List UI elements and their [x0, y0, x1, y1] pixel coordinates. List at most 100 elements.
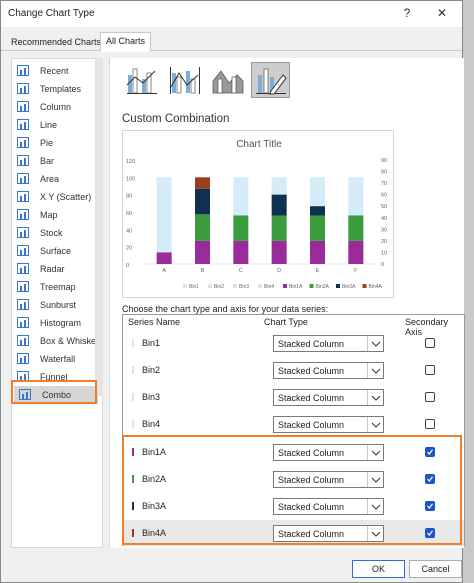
bar-bin1a	[195, 240, 210, 264]
nav-item-bar[interactable]: Bar	[12, 152, 100, 169]
tab-recommended-charts[interactable]: Recommended Charts	[6, 34, 106, 50]
legend-label: Bin3	[239, 284, 249, 290]
recent-icon	[17, 65, 29, 76]
series-color-swatch	[132, 339, 134, 347]
chart-title: Chart Title	[236, 139, 282, 150]
histogram-icon	[17, 317, 29, 328]
stacked-area-column-icon[interactable]	[208, 62, 247, 98]
nav-label: Box & Whisker	[40, 335, 100, 346]
nav-item-pie[interactable]: Pie	[12, 134, 100, 151]
bar-bin2a	[233, 215, 249, 241]
chevron-down-icon	[367, 417, 383, 432]
bar-bin3a	[310, 206, 325, 216]
custom-combination-icon[interactable]	[251, 62, 290, 98]
bar-background-stack	[156, 177, 172, 264]
chart-type-select[interactable]: Stacked Column	[273, 362, 384, 379]
combo-highlight	[11, 380, 97, 404]
x-tick-label: E	[316, 268, 320, 274]
legend-label: Bin2	[214, 284, 224, 290]
left-axis-tick: 40	[126, 228, 132, 234]
nav-item-radar[interactable]: Radar	[12, 260, 100, 277]
nav-item-waterfall[interactable]: Waterfall	[12, 350, 100, 367]
scatter-icon	[17, 191, 29, 202]
clustered-column-line-icon[interactable]	[122, 62, 161, 98]
series-caption: Choose the chart type and axis for your …	[122, 304, 329, 314]
series-name: Bin3	[142, 392, 161, 402]
series-row: Bin1 Stacked Column	[123, 330, 464, 356]
legend-swatch	[309, 284, 314, 288]
nav-item-histogram[interactable]: Histogram	[12, 314, 100, 331]
series-highlight	[122, 435, 462, 545]
nav-item-x-y-scatter[interactable]: X Y (Scatter)	[12, 188, 100, 205]
radar-icon	[17, 263, 29, 274]
chart-type-value: Stacked Column	[278, 366, 345, 376]
help-button[interactable]: ?	[397, 4, 417, 22]
nav-item-surface[interactable]: Surface	[12, 242, 100, 259]
clustered-column-line-secondary-icon[interactable]	[165, 62, 204, 98]
chart-category-list: Recent Templates Column Line Pie Bar Area X Y (…	[11, 58, 103, 548]
left-axis-tick: 80	[126, 194, 132, 200]
right-axis-tick: 90	[381, 158, 387, 164]
right-axis-tick: 30	[381, 227, 387, 233]
chart-type-select[interactable]: Stacked Column	[273, 335, 384, 352]
nav-item-sunburst[interactable]: Sunburst	[12, 296, 100, 313]
bar-bin2a	[310, 215, 325, 241]
nav-item-line[interactable]: Line	[12, 116, 100, 133]
legend-label: Bin4	[264, 284, 274, 290]
nav-item-map[interactable]: Map	[12, 206, 100, 223]
nav-label: Sunburst	[40, 299, 77, 310]
series-color-swatch	[132, 393, 134, 401]
legend-label: Bin3A	[342, 284, 356, 290]
left-axis-tick: 100	[126, 176, 135, 182]
bar-bin3a	[195, 188, 210, 215]
legend-swatch	[183, 284, 187, 288]
bar-bin2a	[195, 214, 210, 241]
bar-bin1a	[271, 240, 287, 264]
header-chart-type: Chart Type	[264, 317, 308, 327]
chart-type-select[interactable]: Stacked Column	[273, 389, 384, 406]
category-list-scrollbar[interactable]	[95, 58, 103, 396]
bar-bin1a	[156, 252, 172, 264]
legend-swatch	[283, 284, 287, 288]
templates-icon	[17, 83, 29, 94]
nav-item-area[interactable]: Area	[12, 170, 100, 187]
right-axis-tick: 80	[381, 170, 387, 176]
legend-label: Bin2A	[316, 284, 330, 290]
secondary-axis-checkbox[interactable]	[425, 365, 435, 375]
chevron-down-icon	[367, 363, 383, 378]
nav-item-stock[interactable]: Stock	[12, 224, 100, 241]
cancel-button[interactable]: Cancel	[409, 560, 462, 578]
nav-item-box-whisker[interactable]: Box & Whisker	[12, 332, 100, 349]
right-axis-tick: 20	[381, 239, 387, 245]
nav-item-templates[interactable]: Templates	[12, 80, 100, 97]
chart-type-value: Stacked Column	[278, 420, 345, 430]
chart-type-select[interactable]: Stacked Column	[273, 416, 384, 433]
nav-item-treemap[interactable]: Treemap	[12, 278, 100, 295]
nav-item-recent[interactable]: Recent	[12, 62, 100, 79]
surface-icon	[17, 245, 29, 256]
secondary-axis-checkbox[interactable]	[425, 392, 435, 402]
legend-label: Bin1A	[289, 284, 303, 290]
x-tick-label: D	[277, 268, 281, 274]
chart-type-value: Stacked Column	[278, 339, 345, 349]
legend-swatch	[362, 284, 367, 288]
legend-label: Bin4A	[369, 284, 383, 290]
legend-swatch	[208, 284, 212, 288]
nav-item-column[interactable]: Column	[12, 98, 100, 115]
close-button[interactable]: ✕	[432, 4, 452, 22]
legend-swatch	[336, 284, 340, 288]
title-bar: Change Chart Type ? ✕	[1, 1, 462, 27]
series-row: Bin4 Stacked Column	[123, 411, 464, 437]
nav-label: Radar	[40, 263, 65, 274]
nav-label: Surface	[40, 245, 72, 256]
secondary-axis-checkbox[interactable]	[425, 338, 435, 348]
secondary-axis-checkbox[interactable]	[425, 419, 435, 429]
series-name: Bin1	[142, 338, 161, 348]
bar-bin2a	[348, 215, 364, 241]
x-tick-label: C	[239, 268, 243, 274]
tab-all-charts[interactable]: All Charts	[100, 32, 152, 52]
right-axis-tick: 0	[381, 262, 384, 268]
bar-bin1a	[233, 240, 249, 264]
right-axis-tick: 40	[381, 216, 387, 222]
ok-button[interactable]: OK	[352, 560, 405, 578]
